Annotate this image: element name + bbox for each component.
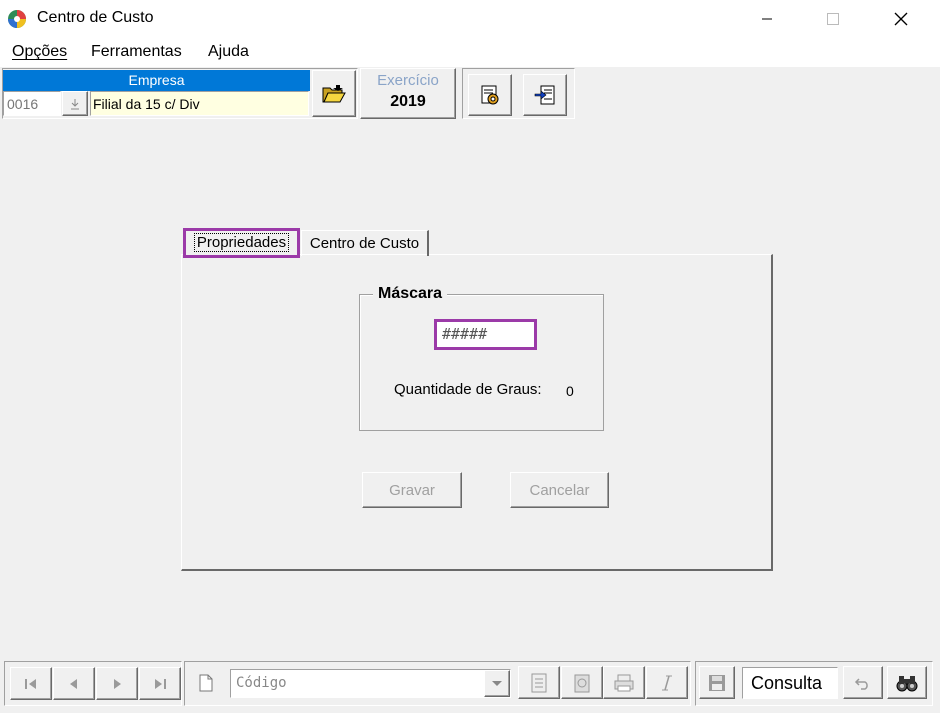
search-field-select[interactable]: Código [230, 669, 511, 698]
italic-icon [662, 675, 672, 690]
cancelar-button[interactable]: Cancelar [510, 472, 609, 508]
search-field-dropdown-button[interactable] [484, 670, 510, 697]
save-button[interactable] [699, 666, 735, 699]
mascara-groupbox [359, 294, 604, 431]
menu-ajuda[interactable]: Ajuda [208, 43, 249, 61]
graus-value: 0 [566, 383, 574, 399]
undo-button[interactable] [843, 666, 883, 699]
mode-field: Consulta [742, 667, 838, 699]
previous-record-button[interactable] [53, 667, 95, 700]
menu-opcoes-label: Opções [12, 43, 68, 60]
tab-propriedades-label: Propriedades [193, 233, 290, 252]
report-button[interactable] [518, 666, 560, 699]
exercicio-label: Exercício [377, 72, 439, 89]
exercicio-box: Exercício 2019 [360, 68, 456, 119]
calculator-button[interactable] [561, 666, 603, 699]
print-button[interactable] [603, 666, 645, 699]
down-arrow-icon [71, 98, 79, 109]
empresa-name-field[interactable]: Filial da 15 c/ Div [90, 91, 309, 116]
report-icon [531, 673, 547, 692]
exit-button[interactable] [523, 74, 567, 116]
printer-icon [614, 674, 634, 691]
menu-ferramentas-label: Ferramentas [91, 43, 182, 60]
undo-icon [854, 677, 868, 690]
window-title: Centro de Custo [37, 9, 154, 26]
graus-label: Quantidade de Graus: [394, 381, 542, 398]
gear-document-icon [481, 85, 499, 105]
previous-icon [70, 678, 77, 689]
navigation-group [4, 661, 182, 706]
tab-propriedades[interactable]: Propriedades [183, 228, 300, 258]
first-record-button[interactable] [10, 667, 52, 700]
menu-bar: Opções Ferramentas Ajuda [0, 38, 940, 67]
menu-ferramentas[interactable]: Ferramentas [91, 43, 182, 61]
maximize-button[interactable] [810, 0, 856, 38]
tab-centro-de-custo-label: Centro de Custo [309, 235, 420, 252]
search-button[interactable] [887, 666, 927, 699]
gravar-button[interactable]: Gravar [362, 472, 462, 508]
tab-centro-de-custo[interactable]: Centro de Custo [301, 230, 429, 256]
last-icon [155, 678, 166, 689]
binoculars-icon [896, 675, 918, 691]
open-button[interactable] [312, 70, 356, 117]
last-record-button[interactable] [139, 667, 181, 700]
new-document-button[interactable] [190, 666, 222, 699]
mascara-input[interactable]: ##### [434, 319, 537, 350]
minimize-button[interactable] [744, 0, 790, 38]
mascara-legend: Máscara [373, 285, 448, 303]
next-record-button[interactable] [96, 667, 138, 700]
document-icon [199, 674, 213, 691]
chevron-down-icon [492, 680, 502, 686]
menu-ajuda-label: Ajuda [208, 43, 249, 60]
first-icon [25, 678, 36, 689]
folder-open-icon [322, 84, 346, 102]
title-bar: Centro de Custo [0, 0, 940, 38]
settings-button[interactable] [468, 74, 512, 116]
exit-door-icon [534, 85, 555, 105]
tools-group [462, 68, 575, 119]
empresa-code-field[interactable]: 0016 [3, 91, 61, 116]
empresa-lookup-button[interactable] [62, 91, 88, 116]
menu-opcoes[interactable]: Opções [12, 43, 67, 61]
empresa-header: Empresa [3, 70, 310, 91]
floppy-disk-icon [709, 674, 725, 691]
app-icon [7, 9, 27, 29]
recycle-icon [574, 674, 590, 692]
close-button[interactable] [878, 0, 924, 38]
italic-button[interactable] [646, 666, 688, 699]
next-icon [114, 678, 121, 689]
exercicio-value: 2019 [390, 93, 426, 110]
